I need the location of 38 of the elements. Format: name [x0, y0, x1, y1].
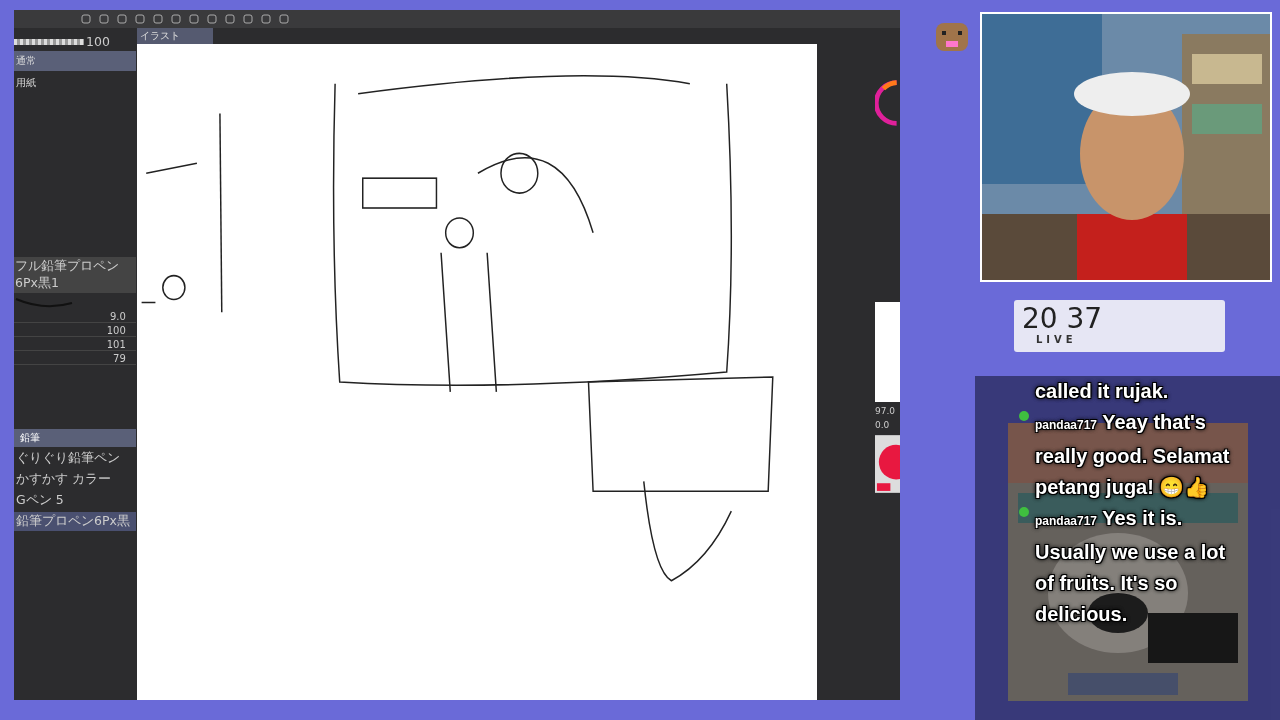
brush-setting-value[interactable]: 9.0 [14, 311, 136, 323]
subtool-item[interactable]: かすかす カラー [14, 470, 136, 489]
tool-icon[interactable] [224, 13, 236, 25]
layer-item[interactable]: 通常 [14, 51, 136, 71]
tool-icon[interactable] [242, 13, 254, 25]
navigator-value[interactable]: 97.0 [875, 406, 896, 416]
tool-icon[interactable] [152, 13, 164, 25]
tool-icon[interactable] [116, 13, 128, 25]
tool-icon[interactable] [278, 13, 290, 25]
tool-icon[interactable] [134, 13, 146, 25]
brush-setting-value[interactable]: 79 [14, 353, 136, 365]
subtool-item[interactable]: 鉛筆プロペン6Px黒 [14, 512, 136, 531]
brush-setting-value[interactable]: 101 [14, 339, 136, 351]
brush-name: フル鉛筆プロペン6Px黒1 [14, 257, 136, 293]
navigator-value[interactable]: 0.0 [875, 420, 890, 430]
tool-icon[interactable] [188, 13, 200, 25]
opacity-value: 100 [86, 34, 110, 49]
opacity-slider[interactable] [14, 38, 84, 45]
tool-icon[interactable] [80, 13, 92, 25]
tool-icon[interactable] [170, 13, 182, 25]
subtool-item[interactable]: ぐりぐり鉛筆ペン [14, 449, 136, 468]
chat-message-text: called it rujak. [1035, 379, 1170, 404]
chat-message: pandaa717 Yeay that's really good. Selamat petang juga! 😁👍 [1035, 410, 1231, 500]
color-swatch-icon[interactable] [875, 434, 900, 494]
elapsed-time: 20 37 [1022, 304, 1104, 334]
brush-stroke-preview [14, 295, 74, 309]
tool-icon[interactable] [260, 13, 272, 25]
chat-message: pandaa717 Yes it is. Usually we use a lot of fruits. It's so delicious. [1035, 506, 1227, 627]
layer-item[interactable]: 用紙 [14, 73, 136, 93]
live-label: LIVE [1035, 334, 1078, 345]
subtool-item[interactable]: Gペン 5 [14, 491, 136, 510]
tool-icon[interactable] [206, 13, 218, 25]
user-badge-icon [1019, 411, 1029, 421]
user-badge-icon [1019, 507, 1029, 517]
tool-icon[interactable] [98, 13, 110, 25]
subtool-group-tab[interactable]: 鉛筆 [14, 429, 136, 447]
brush-setting-value[interactable]: 100 [14, 325, 136, 337]
document-tab[interactable]: イラスト [136, 28, 213, 44]
